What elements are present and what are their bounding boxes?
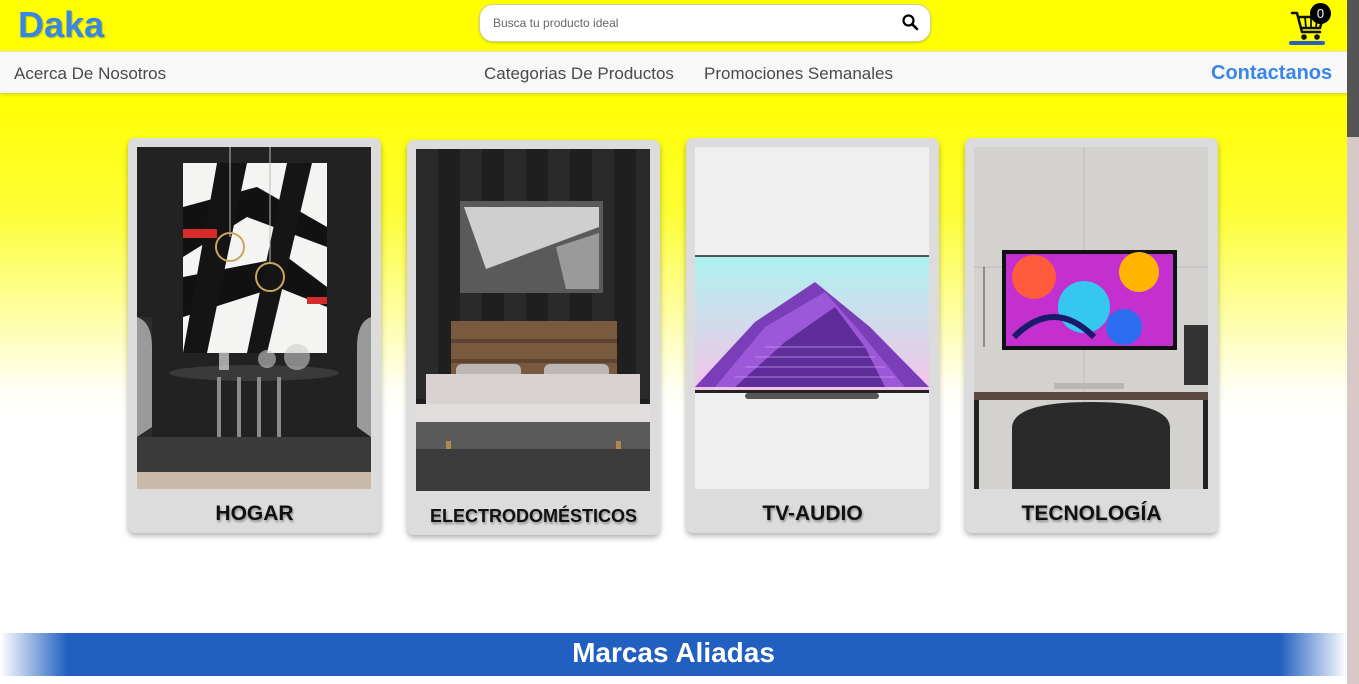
category-card-tecnologia[interactable]: TECNOLOGÍA [965,138,1218,533]
search-input[interactable] [493,13,883,33]
cart-count-badge: 0 [1310,3,1331,24]
nav-link-categories[interactable]: Categorias De Productos [484,64,674,84]
category-label-tecnologia: TECNOLOGÍA [1021,502,1162,525]
page: Daka 0 Acerca De Nosotros Categorias De … [0,0,1347,684]
category-card-hogar[interactable]: HOGAR [128,138,381,533]
search-box [479,4,931,42]
nav-link-promotions[interactable]: Promociones Semanales [704,64,893,84]
nav-bar: Acerca De Nosotros Categorias De Product… [0,51,1347,93]
tecnologia-image [974,147,1208,489]
scrollbar-thumb[interactable] [1347,0,1359,137]
category-card-tv-audio[interactable]: TV-AUDIO [686,138,939,533]
category-card-electrodomesticos[interactable]: ELECTRODOMÉSTICOS [407,140,660,535]
tv-audio-image [695,147,929,489]
brands-banner: Marcas Aliadas [0,633,1347,676]
nav-link-contact[interactable]: Contactanos [1211,62,1332,85]
brands-title: Marcas Aliadas [572,637,775,668]
nav-link-about[interactable]: Acerca De Nosotros [14,64,166,84]
electrodomesticos-image [416,149,650,491]
logo[interactable]: Daka [18,4,104,46]
category-label-hogar: HOGAR [215,502,294,525]
category-label-tv-audio: TV-AUDIO [762,502,863,525]
top-header: Daka 0 [0,0,1347,51]
hogar-image [137,147,371,489]
cart-underline [1289,41,1325,45]
category-label-electrodomesticos: ELECTRODOMÉSTICOS [429,506,637,526]
search-icon[interactable] [901,13,919,31]
